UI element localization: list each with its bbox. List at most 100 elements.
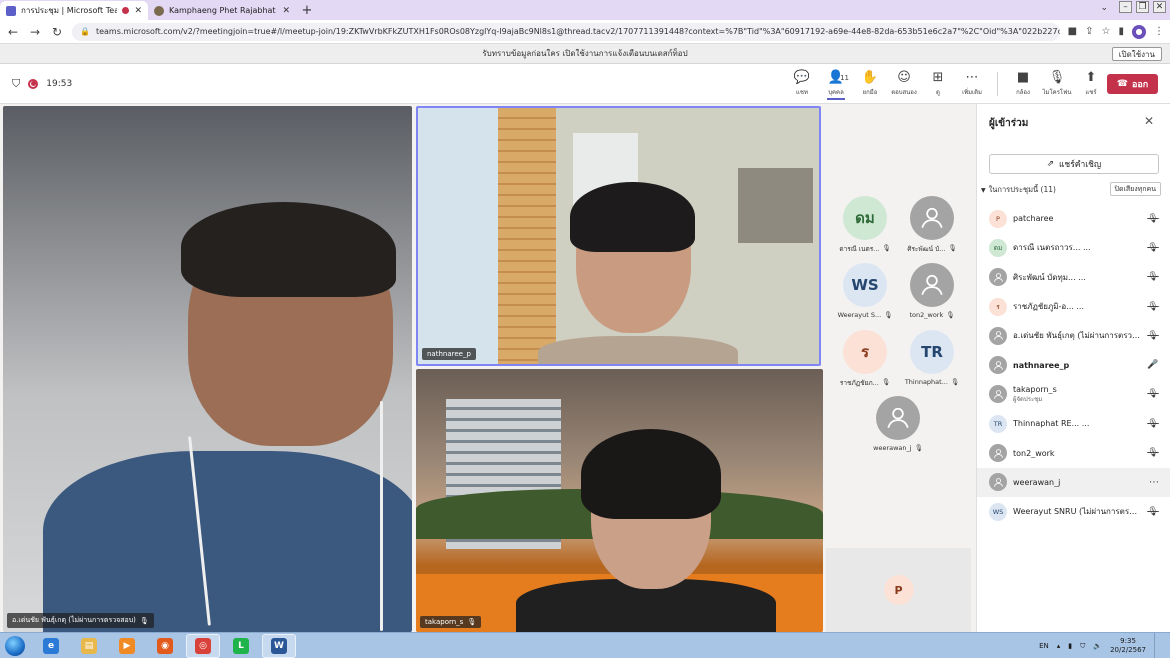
gallery-avatar[interactable]: weerawan_j 🎙 [865,396,931,462]
taskbar-app[interactable]: ◎ [186,633,220,658]
share-page-icon[interactable]: ⇪ [1085,26,1093,37]
windows-taskbar: e ▤ ▶ ◉ ◎ L W EN ▴ ▮ ⛉ 🔈 9:35 20/2/2567 [0,632,1170,658]
browser-tab-teams[interactable]: การประชุม | Microsoft Teams ✕ [0,1,148,20]
participant-name: takaporn_s [1013,384,1057,394]
reload-icon[interactable]: ↻ [50,25,64,39]
tool-label: แชร์ [1085,89,1097,96]
restore-icon[interactable]: ❐ [1136,1,1149,13]
participant-row[interactable]: nathnaree_p 🎤 [977,350,1170,379]
network-icon[interactable]: ▮ [1068,642,1072,650]
taskbar-app[interactable]: L [224,634,258,658]
close-tab-icon[interactable]: ✕ [282,6,290,16]
video-tile-main[interactable]: อ.เด่นชัย พันธุ์เกตุ (ไม่ผ่านการตรวจสอบ)… [3,106,412,632]
gallery-avatar[interactable]: WS Weerayut S... 🎙 [832,263,898,329]
participant-video [538,336,738,364]
participant-row[interactable]: weerawan_j ⋯ [977,467,1170,497]
show-desktop-button[interactable] [1154,633,1162,658]
mic-off-icon: 🎙 [950,378,960,386]
meeting-status: ⛉ 19:53 [0,77,72,91]
avatar-name-text: weerawan_j [873,444,912,452]
participant-tile-p[interactable]: P [826,548,971,632]
tile-name-text: nathnaree_p [427,350,471,358]
video-tile-organizer[interactable]: takaporn_s 🎙 [416,369,823,632]
line-icon: L [233,637,249,654]
tab-search-icon[interactable]: ⌄ [1100,3,1108,13]
address-bar-row: ← → ↻ 🔒 teams.microsoft.com/v2/?meetingj… [0,20,1170,44]
share-icon: ⬆ [1085,70,1097,85]
forward-icon[interactable]: → [28,25,42,39]
gallery-avatar[interactable]: ton2_work 🎙 [899,263,965,329]
sidebar-icon[interactable]: ▮ [1118,26,1124,37]
mic-button[interactable]: 🎙 ไมโครโฟน [1040,64,1074,104]
close-panel-icon[interactable]: ✕ [1144,114,1154,128]
camera-off-icon: ■ [1016,70,1030,85]
enable-notifications-button[interactable]: เปิดใช้งาน [1111,47,1162,61]
browser-tab-university[interactable]: Kamphaeng Phet Rajabhat Unive ✕ [148,1,296,20]
in-meeting-section[interactable]: ▼ ในการประชุมนี้ (11) ปิดเสียงทุกคน [981,182,1167,198]
share-button[interactable]: ⬆ แชร์ [1074,64,1108,104]
participant-row[interactable]: TR Thinnaphat RE... ... 🎙 [977,409,1170,438]
tile-name-text: takaporn_s [425,618,464,626]
start-button[interactable] [0,633,30,658]
language-indicator[interactable]: EN [1039,642,1049,650]
browser-menu-icon[interactable]: ⋮ [1154,26,1164,37]
taskbar-app[interactable]: ▤ [72,634,106,658]
mic-off-icon: 🎙 [884,311,893,319]
person-icon [993,331,1003,341]
mic-off-icon: 🎙 [139,616,149,625]
mic-off-icon: 🎙 [1048,70,1066,85]
taskbar-app[interactable]: ◉ [148,634,182,658]
more-options-icon[interactable]: ⋯ [1149,477,1159,488]
volume-icon[interactable]: 🔈 [1093,642,1102,650]
view-button[interactable]: ⊞ ดู [921,64,955,104]
gallery-avatar[interactable]: ดม ดารณี เนตร... 🎙 [832,196,898,262]
tool-label: ดู [936,89,940,96]
participant-row[interactable]: ร ราชภัฏชัยภูมิ-อ... ... 🎙 [977,292,1170,321]
avatar: WS [989,502,1007,521]
close-window-icon[interactable]: ✕ [1153,1,1166,13]
share-invite-button[interactable]: ⇗ แชร์คำเชิญ [989,154,1159,174]
participant-info: Weerayut SNRU (ไม่ผ่านการตรวจ... [1013,505,1141,518]
raise-hand-button[interactable]: ✋ ยกมือ [853,64,887,104]
gallery-avatar[interactable]: ร ราชภัฏชัยภ... 🎙 [832,330,898,396]
security-icon[interactable]: ⛉ [1080,642,1085,651]
back-icon[interactable]: ← [6,25,20,39]
gallery-avatar[interactable]: TR Thinnaphat... 🎙 [899,330,965,396]
tray-arrow-icon[interactable]: ▴ [1057,642,1061,650]
chat-icon: 💬 [793,70,811,85]
participant-row[interactable]: ดม ดารณี เนตรถาวร... ... 🎙 [977,233,1170,262]
taskbar-app[interactable]: W [262,633,296,658]
camera-permission-icon[interactable]: ■ [1068,26,1077,37]
participant-row[interactable]: WS Weerayut SNRU (ไม่ผ่านการตรวจ... 🎙 [977,497,1170,526]
participant-row[interactable]: อ.เด่นชัย พันธุ์เกตุ (ไม่ผ่านการตรวจ... 🎙 [977,321,1170,350]
participant-info: ton2_work [1013,449,1141,458]
tab-title: Kamphaeng Phet Rajabhat Unive [169,6,277,15]
gallery-avatar[interactable]: ศิระพัฒน์ บั... 🎙 [899,196,965,262]
profile-avatar[interactable]: ● [1132,24,1146,39]
taskbar-app[interactable]: ▶ [110,634,144,658]
participant-row[interactable]: takaporn_s ผู้จัดประชุม 🎙 [977,380,1170,409]
camera-button[interactable]: ■ กล้อง [1006,64,1040,104]
toolbar-divider [997,72,998,96]
meeting-timer: 19:53 [46,78,73,89]
minimize-icon[interactable]: – [1119,1,1132,13]
participant-row[interactable]: ศิระพัฒน์ บัดทุม... ... 🎙 [977,263,1170,292]
avatar [989,356,1007,375]
clock[interactable]: 9:35 20/2/2567 [1110,637,1146,655]
close-tab-icon[interactable]: ✕ [134,6,142,16]
more-button[interactable]: ⋯ เพิ่มเติม [955,64,989,104]
url-field[interactable]: 🔒 teams.microsoft.com/v2/?meetingjoin=tr… [72,22,1060,41]
new-tab-button[interactable]: + [296,1,318,20]
participant-row[interactable]: ton2_work 🎙 [977,438,1170,467]
avatar: TR [989,414,1007,433]
bookmark-star-icon[interactable]: ☆ [1102,26,1111,37]
participant-row[interactable]: Ppatcharee 🎙 [977,204,1170,233]
participant-video-hair [181,202,396,297]
react-button[interactable]: ☺ ตอบสนอง [887,64,921,104]
people-button[interactable]: 👤 11 บุคคล [819,64,853,104]
mute-all-button[interactable]: ปิดเสียงทุกคน [1109,182,1161,196]
video-tile-speaking[interactable]: nathnaree_p [416,106,821,366]
leave-button[interactable]: ☎ ออก [1107,74,1158,94]
chat-button[interactable]: 💬 แชท [785,64,819,104]
taskbar-app[interactable]: e [34,634,68,658]
